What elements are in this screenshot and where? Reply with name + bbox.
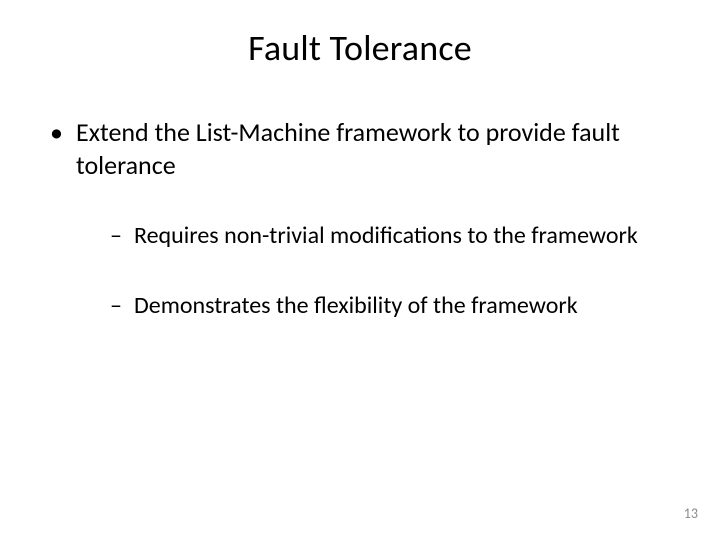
bullet-list-level1: Extend the List-Machine framework to pro… [40,116,680,321]
bullet-text: Demonstrates the flexibility of the fram… [134,291,578,320]
slide: Fault Tolerance Extend the List-Machine … [0,0,720,540]
slide-title: Fault Tolerance [40,26,680,70]
slide-content: Extend the List-Machine framework to pro… [40,116,680,321]
list-item: Demonstrates the flexibility of the fram… [110,291,680,321]
list-item: Requires non-trivial modifications to th… [110,221,680,251]
page-number: 13 [684,505,698,522]
bullet-text: Requires non-trivial modifications to th… [134,221,638,250]
bullet-text: Extend the List-Machine framework to pro… [76,116,620,181]
bullet-list-level2: Requires non-trivial modifications to th… [76,221,680,321]
list-item: Extend the List-Machine framework to pro… [50,116,680,321]
